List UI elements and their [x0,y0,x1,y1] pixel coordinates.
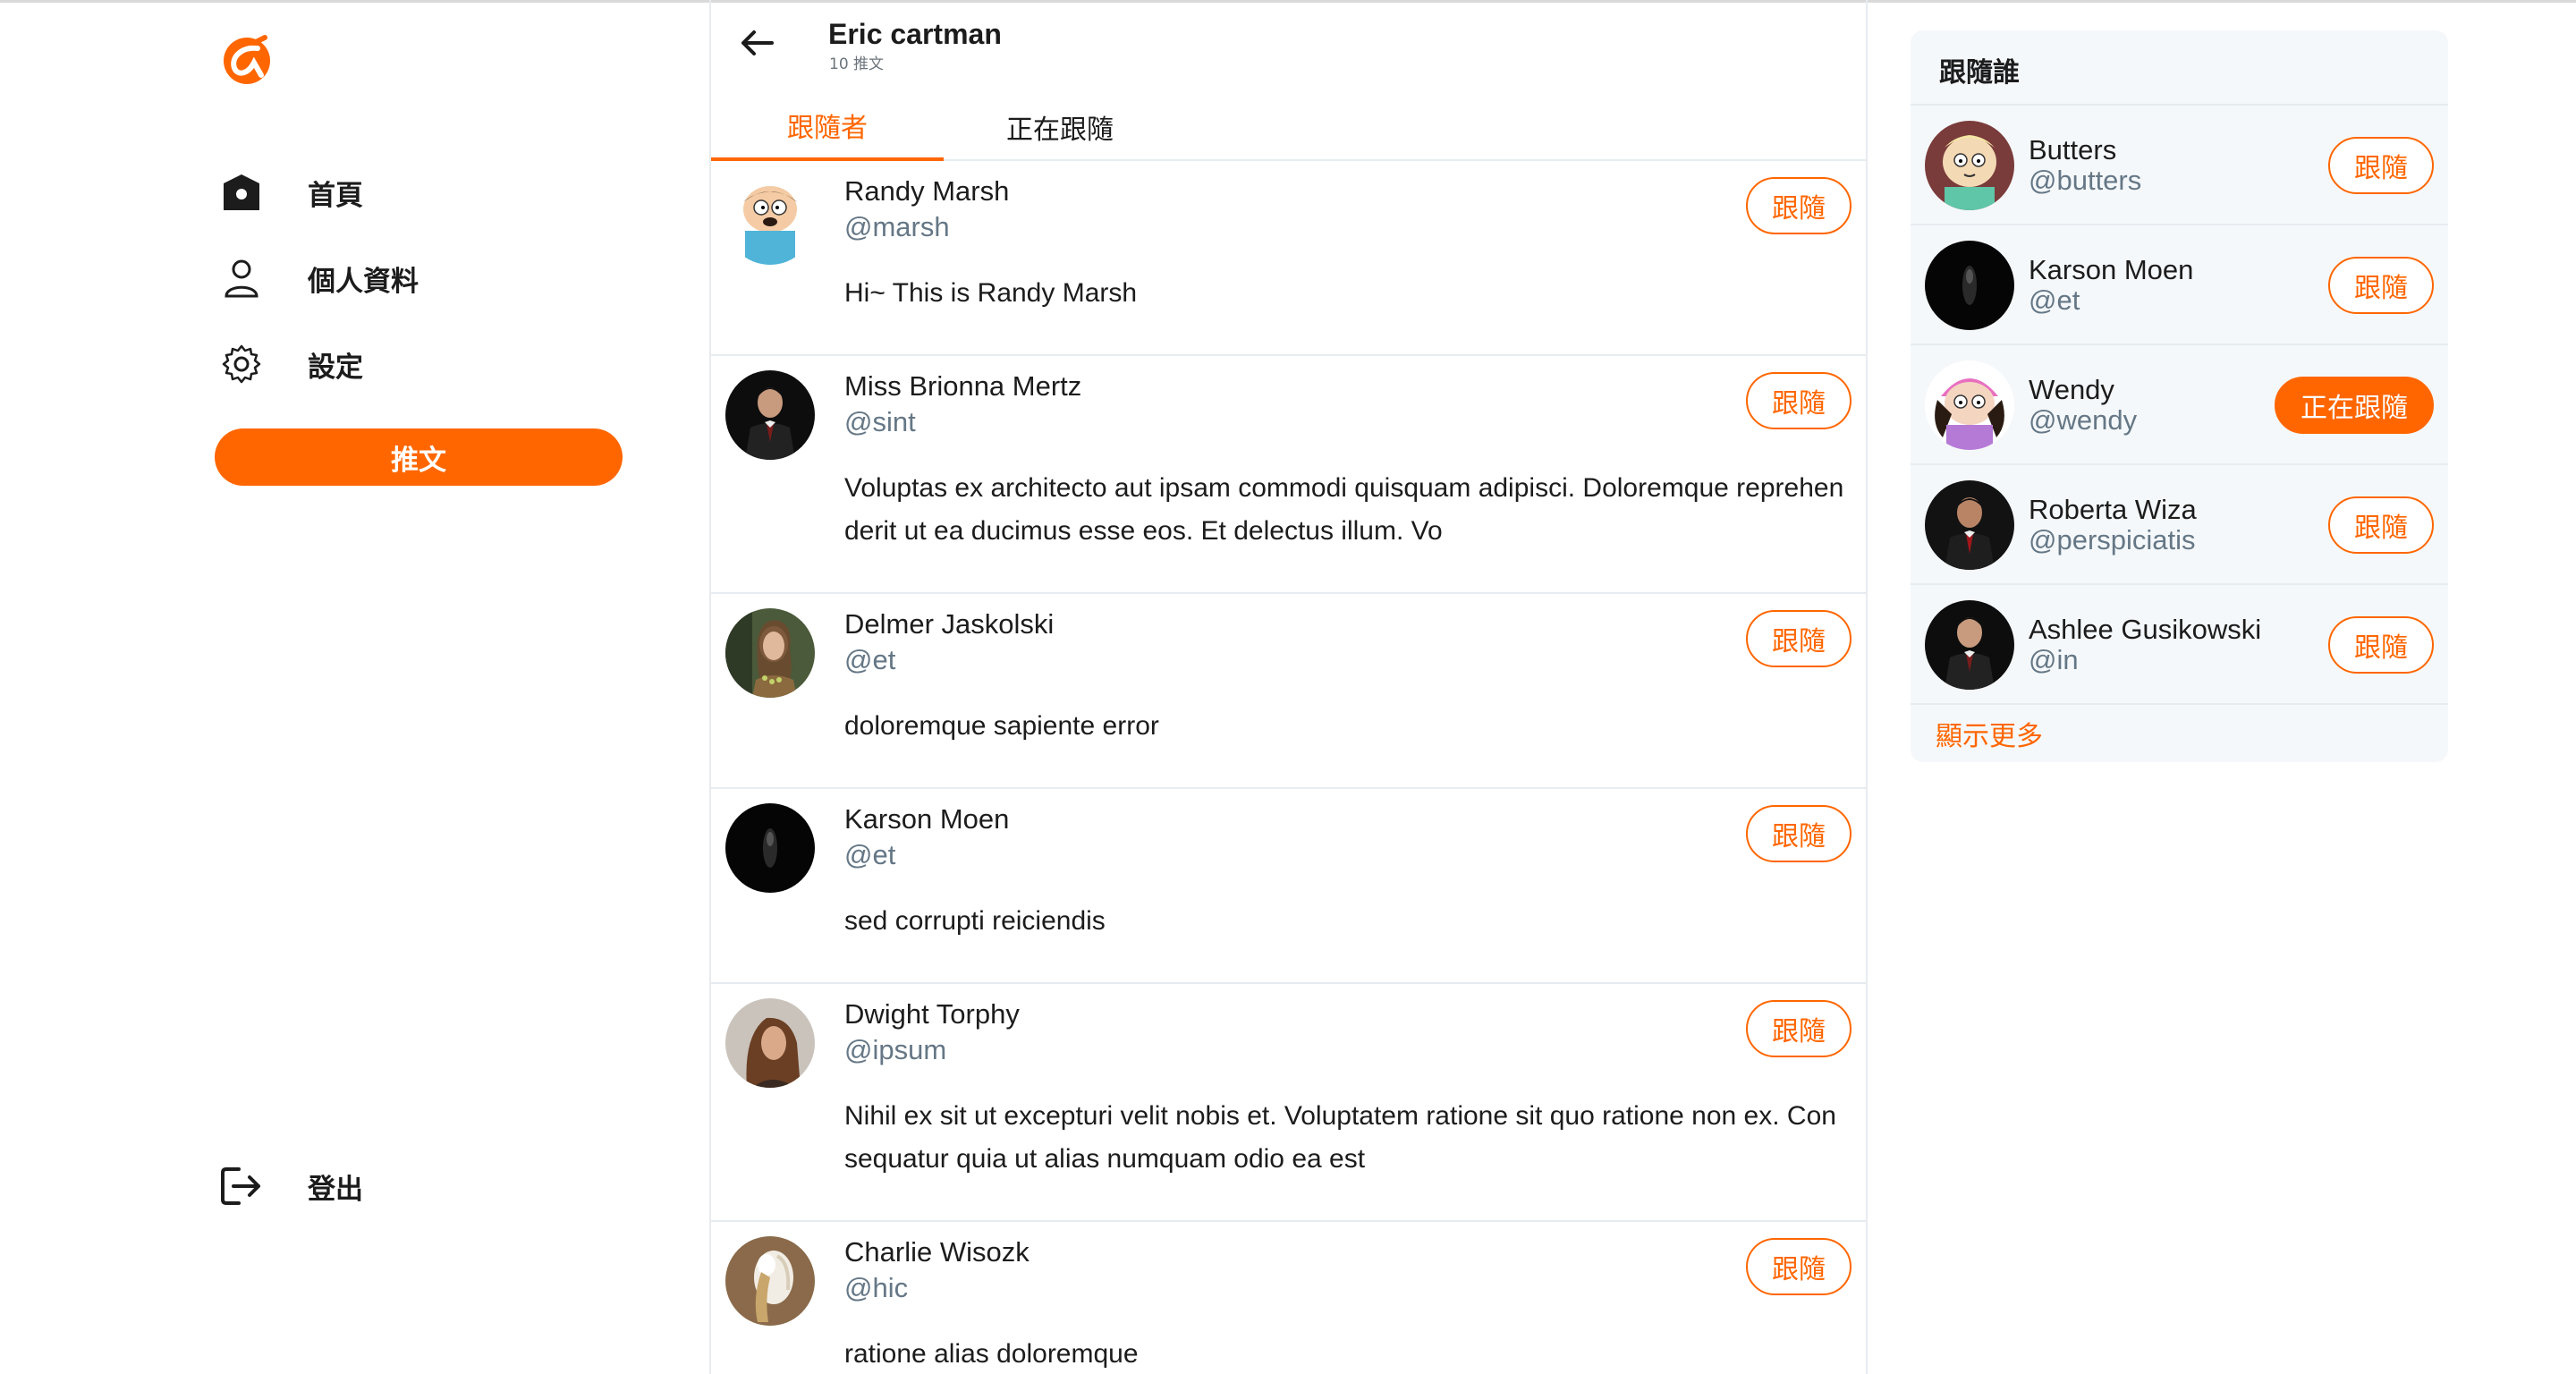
logout-label: 登出 [308,1173,363,1206]
user-handle: @in [2029,644,2079,675]
list-item[interactable]: Dwight Torphy @ipsum Nihil ex sit ut exc… [711,984,1866,1222]
user-handle: @hic [844,1272,909,1303]
gear-icon [218,341,265,387]
user-handle: @et [844,644,896,675]
avatar[interactable] [1925,121,2014,210]
follow-button[interactable]: 跟隨 [1746,805,1852,862]
list-item[interactable]: Wendy @wendy 正在跟隨 [1911,345,2448,465]
nav-item-label: 個人資料 [308,265,419,298]
nav-item-settings[interactable]: 設定 [218,337,363,391]
follow-button[interactable]: 跟隨 [2328,616,2434,674]
tab-following[interactable]: 正在跟隨 [944,93,1176,161]
follow-button[interactable]: 跟隨 [1746,610,1852,667]
suggestion-list: Butters @butters 跟隨 Karson Moen @et 跟隨 W… [1911,104,2448,705]
follow-button[interactable]: 跟隨 [2328,137,2434,194]
follow-button[interactable]: 跟隨 [2328,257,2434,314]
list-item[interactable]: Charlie Wisozk @hic ratione alias dolore… [711,1222,1866,1374]
brand-logo-icon[interactable] [218,30,275,88]
user-name: Wendy [2029,374,2114,405]
list-item[interactable]: Randy Marsh @marsh Hi~ This is Randy Mar… [711,161,1866,356]
nav-item-label: 設定 [308,351,363,384]
user-name: Karson Moen [2029,254,2194,285]
user-name: Miss Brionna Mertz [844,370,1082,402]
tweet-count: 10 推文 [829,55,885,73]
list-item[interactable]: Roberta Wiza @perspiciatis 跟隨 [1911,465,2448,585]
user-name: Dwight Torphy [844,998,1020,1030]
user-name: Randy Marsh [844,175,1010,207]
tweet-button[interactable]: 推文 [215,428,623,486]
avatar[interactable] [725,175,815,265]
user-name: Ashlee Gusikowski [2029,614,2262,645]
nav-item-home[interactable]: 首頁 [218,165,363,219]
avatar[interactable] [725,1236,815,1326]
list-item[interactable]: Delmer Jaskolski @et doloremque sapiente… [711,594,1866,789]
user-name: Butters [2029,134,2117,165]
avatar[interactable] [1925,360,2014,450]
user-handle: @et [2029,284,2080,316]
user-bio: ratione alias doloremque [844,1339,1139,1369]
follow-button[interactable]: 跟隨 [2328,496,2434,554]
sidebar: 首頁 個人資料 設定 推文 登出 [0,0,709,1374]
list-item[interactable]: Ashlee Gusikowski @in 跟隨 [1911,585,2448,705]
list-item[interactable]: Miss Brionna Mertz @sint Voluptas ex arc… [711,356,1866,594]
panel-title: 跟隨誰 [1939,57,2020,89]
who-to-follow-panel: 跟隨誰 Butters @butters 跟隨 Karson Moen @et … [1911,30,2448,762]
avatar[interactable] [725,803,815,893]
logout-icon [218,1163,265,1209]
user-name: Delmer Jaskolski [844,608,1055,640]
user-name: Roberta Wiza [2029,494,2197,525]
follow-button[interactable]: 跟隨 [1746,1000,1852,1057]
follow-button[interactable]: 跟隨 [1746,177,1852,234]
user-handle: @perspiciatis [2029,524,2196,556]
user-icon [218,255,265,301]
nav-item-label: 首頁 [308,179,363,212]
list-item[interactable]: Karson Moen @et sed corrupti reiciendis … [711,789,1866,984]
user-bio: sed corrupti reiciendis [844,906,1106,936]
logout-button[interactable]: 登出 [218,1159,363,1213]
main-column: Eric cartman 10 推文 跟隨者 正在跟隨 Randy Marsh … [709,0,1868,1374]
user-handle: @ipsum [844,1034,947,1065]
user-handle: @marsh [844,211,950,242]
avatar[interactable] [725,998,815,1088]
user-bio: Nihil ex sit ut excepturi velit nobis et… [844,1101,1836,1174]
avatar[interactable] [725,608,815,698]
nav-item-profile[interactable]: 個人資料 [218,251,419,305]
user-bio: doloremque sapiente error [844,711,1159,741]
user-handle: @sint [844,406,916,437]
home-icon [218,169,265,216]
user-handle: @butters [2029,165,2142,196]
following-button[interactable]: 正在跟隨 [2275,377,2434,434]
user-handle: @wendy [2029,404,2138,436]
list-item[interactable]: Karson Moen @et 跟隨 [1911,225,2448,345]
follow-button[interactable]: 跟隨 [1746,372,1852,429]
user-name: Karson Moen [844,803,1010,835]
avatar[interactable] [1925,480,2014,570]
list-item[interactable]: Butters @butters 跟隨 [1911,106,2448,225]
user-bio: Voluptas ex architecto aut ipsam commodi… [844,473,1844,546]
avatar[interactable] [725,370,815,460]
arrow-left-icon[interactable] [738,23,777,63]
tab-followers[interactable]: 跟隨者 [711,93,944,161]
page-title: Eric cartman [828,18,1002,50]
user-handle: @et [844,839,896,870]
profile-header: Eric cartman 10 推文 [711,0,1866,73]
show-more-link[interactable]: 顯示更多 [1936,714,2043,753]
followers-list: Randy Marsh @marsh Hi~ This is Randy Mar… [711,161,1866,1374]
follow-button[interactable]: 跟隨 [1746,1238,1852,1295]
avatar[interactable] [1925,241,2014,330]
tab-bar: 跟隨者 正在跟隨 [711,93,1866,161]
avatar[interactable] [1925,600,2014,690]
user-bio: Hi~ This is Randy Marsh [844,278,1138,308]
user-name: Charlie Wisozk [844,1236,1030,1268]
